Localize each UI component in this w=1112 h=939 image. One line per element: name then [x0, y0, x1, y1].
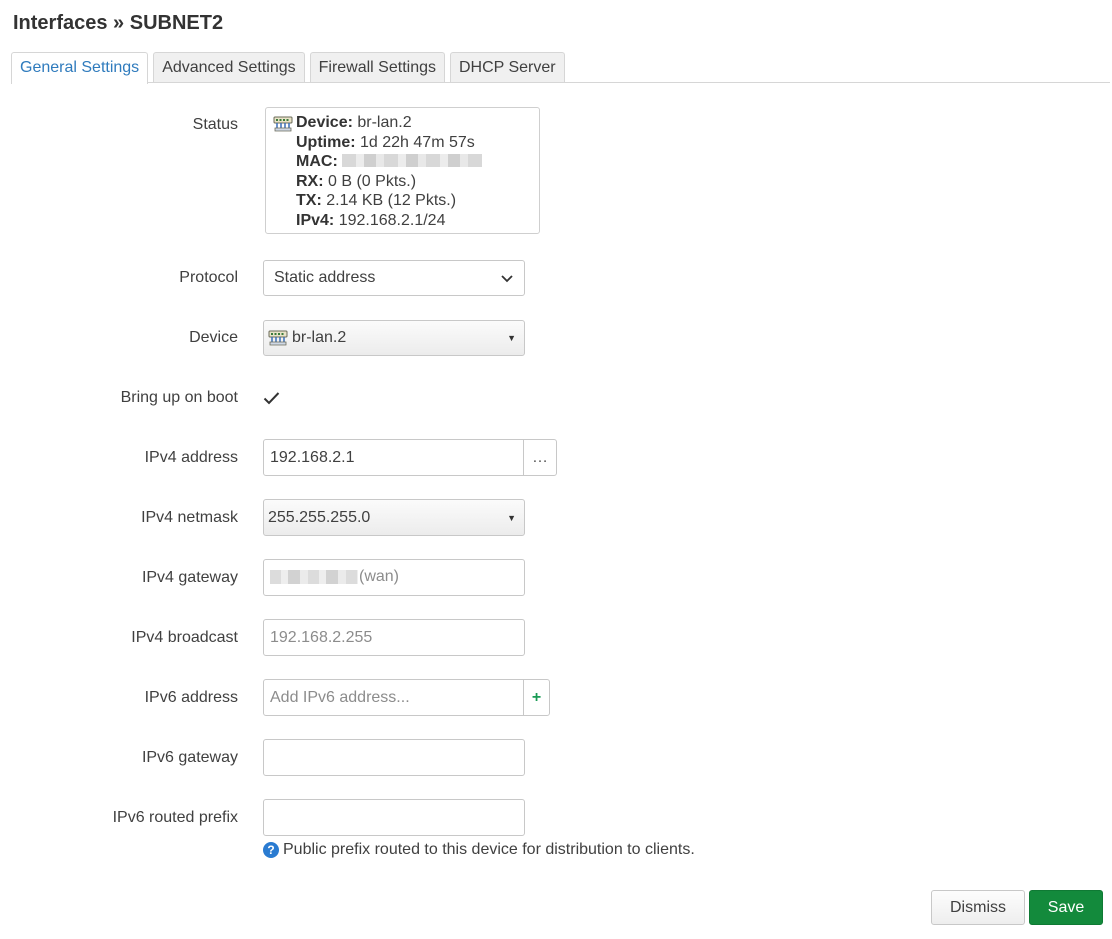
status-mac-key: MAC:: [296, 153, 338, 170]
ipv4-broadcast-input[interactable]: [263, 619, 525, 656]
ipv6-prefix-hint-text: Public prefix routed to this device for …: [283, 841, 695, 858]
ipv6-prefix-label: IPv6 routed prefix: [112, 809, 238, 826]
tab-advanced-settings[interactable]: Advanced Settings: [153, 52, 305, 83]
boot-label: Bring up on boot: [120, 389, 238, 406]
device-value: br-lan.2: [292, 329, 347, 346]
ipv6-gateway-label: IPv6 gateway: [141, 749, 238, 766]
ipv6-prefix-hint: ? Public prefix routed to this device fo…: [263, 841, 695, 859]
tab-divider: [11, 82, 1110, 83]
boot-checkbox[interactable]: [262, 388, 281, 407]
status-rx-key: RX:: [296, 172, 324, 190]
ipv4-broadcast-label: IPv4 broadcast: [131, 629, 238, 646]
protocol-label: Protocol: [179, 269, 238, 286]
status-ipv4-value: 192.168.2.1/24: [338, 211, 446, 229]
device-select[interactable]: br-lan.2 ▼: [263, 320, 525, 356]
ipv4-address-input[interactable]: [263, 439, 524, 476]
status-ipv4-key: IPv4:: [296, 211, 335, 229]
ipv6-address-input[interactable]: [263, 679, 524, 716]
save-button[interactable]: Save: [1029, 890, 1103, 925]
ipv4-netmask-label: IPv4 netmask: [141, 509, 238, 526]
status-device-value: br-lan.2: [357, 114, 412, 131]
status-tx-value: 2.14 KB (12 Pkts.): [326, 192, 457, 209]
status-device-key: Device:: [296, 114, 353, 131]
checkmark-icon: [263, 391, 280, 404]
status-uptime-value: 1d 22h 47m 57s: [360, 133, 475, 151]
protocol-value: Static address: [274, 269, 376, 286]
device-label: Device: [189, 329, 238, 346]
ipv4-address-label: IPv4 address: [144, 449, 238, 466]
caret-down-icon: ▼: [507, 333, 516, 343]
status-box: Device: br-lan.2 Uptime: 1d 22h 47m 57s …: [265, 107, 540, 234]
ipv4-gateway-label: IPv4 gateway: [141, 569, 238, 586]
tab-bar: General Settings Advanced Settings Firew…: [11, 52, 570, 84]
ipv4-netmask-select[interactable]: 255.255.255.0 ▼: [263, 499, 525, 536]
status-uptime-key: Uptime:: [296, 133, 356, 151]
add-ipv6-button[interactable]: +: [523, 679, 550, 716]
ipv4-netmask-value: 255.255.255.0: [268, 508, 371, 526]
network-device-icon: [273, 116, 293, 137]
network-device-icon: [268, 330, 288, 346]
help-icon: ?: [263, 842, 279, 858]
status-rx-value: 0 B (0 Pkts.): [328, 172, 417, 190]
mac-redacted: [342, 154, 483, 167]
status-tx-key: TX:: [296, 192, 322, 209]
ipv6-gateway-input[interactable]: [263, 739, 525, 776]
ipv4-gateway-placeholder-suffix: (wan): [359, 568, 400, 585]
ipv4-address-more-button[interactable]: …: [523, 439, 557, 476]
dismiss-button[interactable]: Dismiss: [931, 890, 1025, 925]
protocol-select[interactable]: Static address: [263, 260, 525, 296]
status-label: Status: [192, 116, 238, 133]
ipv6-prefix-input[interactable]: [263, 799, 525, 836]
gateway-redacted: [270, 570, 358, 584]
tab-dhcp-server[interactable]: DHCP Server: [449, 52, 565, 83]
chevron-down-icon: [501, 275, 513, 283]
ipv6-address-label: IPv6 address: [144, 689, 238, 706]
caret-down-icon: ▼: [507, 512, 516, 523]
tab-general-settings[interactable]: General Settings: [11, 52, 149, 84]
page-title: Interfaces » SUBNET2: [13, 12, 224, 34]
tab-firewall-settings[interactable]: Firewall Settings: [309, 52, 445, 83]
